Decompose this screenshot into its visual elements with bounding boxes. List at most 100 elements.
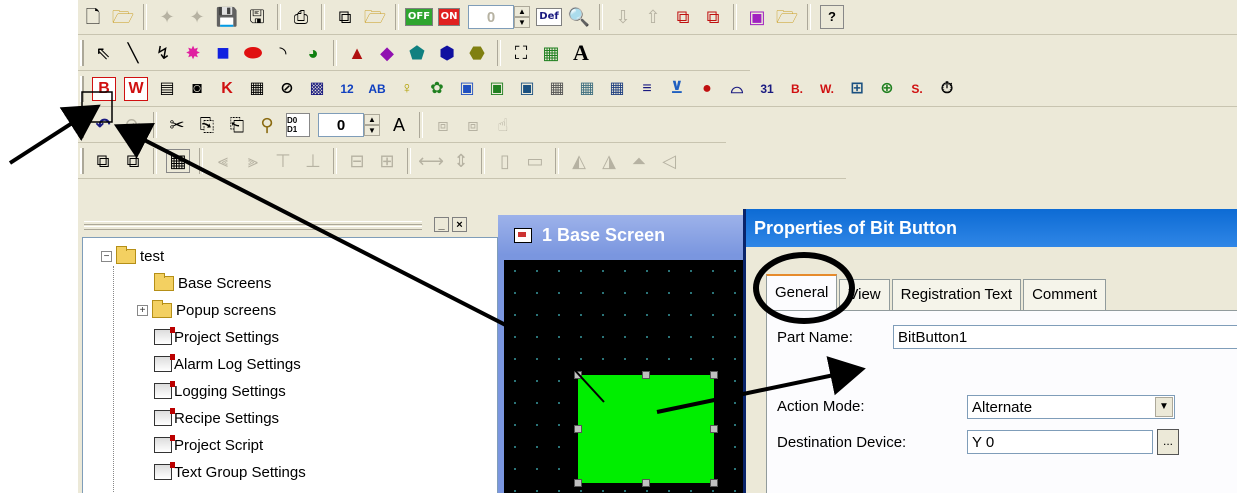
tree-item[interactable]: Base Screens: [154, 270, 271, 296]
pentagon-icon[interactable]: ⬟: [406, 42, 428, 64]
tree-item[interactable]: Alarm Log Settings: [154, 351, 301, 377]
minimize-icon[interactable]: _: [434, 217, 449, 232]
same-height-icon[interactable]: ▭: [524, 150, 546, 172]
diamond-icon[interactable]: ◆: [376, 42, 398, 64]
font-size-input[interactable]: 0: [318, 113, 364, 137]
animation-tool[interactable]: ✿: [426, 78, 448, 100]
align-bottom-icon[interactable]: ⊥: [302, 150, 324, 172]
device-list-icon[interactable]: D0 D1: [286, 113, 310, 137]
font-size-spinner[interactable]: ▲ ▼: [364, 114, 380, 136]
properties-title[interactable]: Properties of Bit Button: [746, 209, 1237, 247]
polyline-icon[interactable]: ↯: [152, 42, 174, 64]
save-all-icon[interactable]: 🖫: [246, 6, 268, 28]
collapse-icon[interactable]: −: [101, 250, 112, 262]
tree-item[interactable]: Recipe Settings: [154, 405, 279, 431]
ellipse-icon[interactable]: ⬬: [242, 42, 264, 64]
align-left-icon[interactable]: ⫷: [212, 150, 234, 172]
line-icon[interactable]: ╲: [122, 42, 144, 64]
on-state-button[interactable]: ON: [437, 6, 461, 28]
meter-tool[interactable]: ⌓: [726, 78, 748, 100]
properties-icon[interactable]: ☝: [492, 114, 514, 136]
action-mode-select[interactable]: Alternate ▼: [967, 395, 1175, 419]
fill-icon[interactable]: ⛶: [510, 42, 532, 64]
base-screen-window[interactable]: 1 Base Screen: [498, 215, 746, 493]
rotate-left-icon[interactable]: ◁: [658, 150, 680, 172]
expand-icon[interactable]: +: [137, 304, 148, 316]
browse-button[interactable]: ...: [1157, 429, 1179, 455]
copy-part-icon[interactable]: ✦: [186, 6, 208, 28]
resize-handle[interactable]: [710, 425, 718, 433]
bit-button-tool[interactable]: B: [92, 77, 116, 101]
pie-icon[interactable]: ◕: [302, 42, 324, 64]
project-tree[interactable]: − test Base Screens + Popup screens Project…: [82, 237, 498, 493]
same-width-icon[interactable]: ▯: [494, 150, 516, 172]
close-icon[interactable]: ×: [452, 217, 467, 232]
tree-item[interactable]: + Popup screens: [137, 297, 276, 323]
resize-handle[interactable]: [710, 371, 718, 379]
preview-icon[interactable]: 🔍: [568, 6, 590, 28]
off-state-button[interactable]: OFF: [404, 6, 434, 28]
rotate-icon[interactable]: ⏶: [628, 150, 650, 172]
picture-icon[interactable]: ▦: [540, 42, 562, 64]
align-right-icon[interactable]: ⫸: [242, 150, 264, 172]
numeric-display-tool[interactable]: 12: [336, 78, 358, 100]
data-table-tool[interactable]: ▦: [606, 78, 628, 100]
flip-vertical-icon[interactable]: ◮: [598, 150, 620, 172]
tree-item[interactable]: Logging Settings: [154, 378, 286, 404]
timer-tool[interactable]: ⏱: [936, 78, 958, 100]
triangle-icon[interactable]: ▲: [346, 42, 368, 64]
undo-icon[interactable]: ↶: [92, 114, 114, 136]
transfer-icon[interactable]: ⧉: [334, 6, 356, 28]
tree-root[interactable]: − test: [101, 243, 164, 269]
copy-icon[interactable]: ⎘: [196, 114, 218, 136]
grid-icon[interactable]: ▦: [166, 149, 190, 173]
string-switch-tool[interactable]: S.: [906, 78, 928, 100]
ungroup-icon[interactable]: ⧈: [462, 114, 484, 136]
print-icon[interactable]: ⎙: [290, 6, 312, 28]
alarm-display-tool[interactable]: ▦: [546, 78, 568, 100]
chevron-down-icon[interactable]: ▼: [1155, 397, 1173, 417]
cut-icon[interactable]: ✂: [166, 114, 188, 136]
send-back-icon[interactable]: ⧉: [122, 150, 144, 172]
resize-handle[interactable]: [574, 425, 582, 433]
word-switch-tool[interactable]: W.: [816, 78, 838, 100]
paste-icon[interactable]: ⎗: [226, 114, 248, 136]
import-icon[interactable]: ⧉: [672, 6, 694, 28]
resize-handle[interactable]: [710, 479, 718, 487]
bar-graph-tool[interactable]: ≡: [636, 78, 658, 100]
tab-general[interactable]: General: [766, 274, 838, 310]
space-vertical-icon[interactable]: ⇕: [450, 150, 472, 172]
default-state-button[interactable]: Def: [536, 6, 562, 28]
state-spinner[interactable]: ▲ ▼: [514, 6, 530, 28]
new-file-icon[interactable]: 🗋: [82, 6, 104, 28]
octagon-icon[interactable]: ⬣: [466, 42, 488, 64]
table-tool[interactable]: ▦: [246, 78, 268, 100]
find-icon[interactable]: ⚲: [256, 114, 278, 136]
tree-item[interactable]: Text Group Settings: [154, 459, 306, 485]
string-display-tool[interactable]: AB: [366, 78, 388, 100]
tab-comment[interactable]: Comment: [1023, 279, 1107, 310]
group-icon[interactable]: ⧈: [432, 114, 454, 136]
resize-handle[interactable]: [574, 371, 582, 379]
open-icon[interactable]: 🗁: [364, 6, 386, 28]
part-name-field[interactable]: BitButton1: [893, 325, 1237, 349]
message-display-tool[interactable]: ▣: [486, 78, 508, 100]
open-folder-icon[interactable]: 🗁: [112, 6, 134, 28]
export-icon[interactable]: ⧉: [702, 6, 724, 28]
space-horizontal-icon[interactable]: ⟷: [418, 150, 444, 172]
multistate-tool[interactable]: ▩: [306, 78, 328, 100]
trend-graph-tool[interactable]: ⊻: [666, 78, 688, 100]
window-display-tool[interactable]: ▣: [516, 78, 538, 100]
flip-icon[interactable]: ◭: [568, 150, 590, 172]
alarm-history-tool[interactable]: ▦: [576, 78, 598, 100]
tab-registration-text[interactable]: Registration Text: [891, 279, 1022, 310]
bit-button-part[interactable]: [578, 375, 714, 483]
library-icon[interactable]: ▣: [746, 6, 768, 28]
state-number-input[interactable]: 0: [468, 5, 514, 29]
screen-switch-tool[interactable]: ⊞: [846, 78, 868, 100]
help-icon[interactable]: ?: [820, 5, 844, 29]
download-icon[interactable]: ⇩: [612, 6, 634, 28]
resize-handle[interactable]: [642, 371, 650, 379]
picture-display-tool[interactable]: ▣: [456, 78, 478, 100]
screen-change-button-tool[interactable]: ▤: [156, 78, 178, 100]
